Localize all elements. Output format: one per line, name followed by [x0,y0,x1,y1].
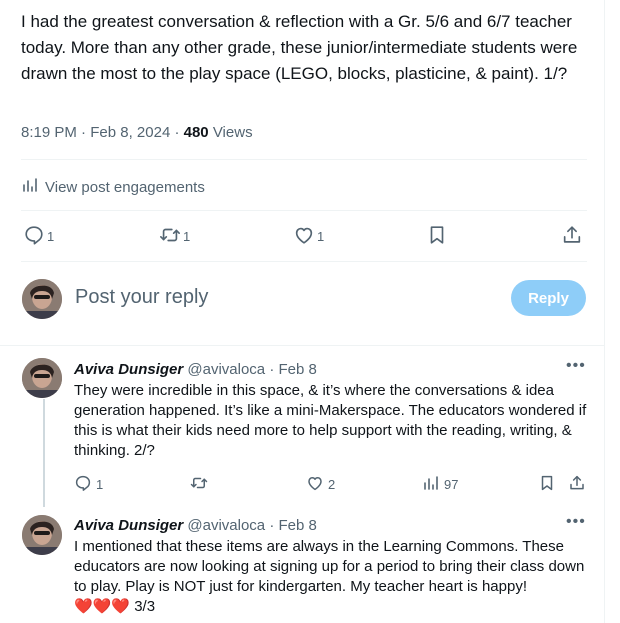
divider [0,345,604,346]
tweet-date[interactable]: Feb 8 [279,517,317,534]
engagements-label: View post engagements [45,178,205,196]
tweet-text: They were incredible in this space, & it… [74,382,587,459]
reply-count: 1 [47,229,55,244]
repost-icon [190,474,208,495]
post-time[interactable]: 8:19 PM [21,124,77,141]
repost-button[interactable] [190,474,212,495]
tweet-text-content: I mentioned that these items are always … [74,538,585,595]
reply-input[interactable]: Post your reply [75,286,208,309]
post-date[interactable]: Feb 8, 2024 [90,124,170,141]
post-action-bar: 1 1 1 [21,224,587,252]
avatar[interactable] [22,358,62,398]
reply-icon [23,224,45,249]
avatar[interactable] [22,279,62,319]
tweet-header: Aviva Dunsiger @avivaloca · Feb 8 [74,517,317,534]
reply-button[interactable]: 1 [74,474,103,495]
bookmark-icon [538,474,556,495]
bookmark-button[interactable] [538,474,556,495]
heart-emojis: ❤️❤️❤️ [74,598,131,615]
bookmark-button[interactable] [426,224,448,249]
repost-button[interactable]: 1 [159,224,190,249]
more-icon[interactable]: ••• [566,357,586,375]
reply-count: 1 [96,477,104,492]
share-icon [568,474,586,495]
thread-counter: 3/3 [134,598,156,615]
tweet-action-bar: 1 2 97 [74,474,594,494]
like-count: 2 [328,477,336,492]
view-engagements-link[interactable]: View post engagements [21,176,205,198]
reply-button[interactable]: 1 [23,224,54,249]
post-detail-panel: I had the greatest conversation & reflec… [0,0,605,623]
display-name[interactable]: Aviva Dunsiger [74,361,183,378]
like-count: 1 [317,229,325,244]
divider [21,261,587,262]
like-button[interactable]: 2 [306,474,335,495]
like-button[interactable]: 1 [293,224,324,249]
like-icon [306,474,324,495]
tweet-date[interactable]: Feb 8 [279,361,317,378]
views-label: Views [212,124,253,141]
reply-icon [74,474,92,495]
views-icon [422,474,440,495]
post-meta: 8:19 PM · Feb 8, 2024 · 480 Views [21,124,253,141]
views-button[interactable]: 97 [422,474,458,495]
share-icon [561,224,583,249]
divider [21,210,587,211]
share-button[interactable] [568,474,586,495]
divider [21,159,587,160]
display-name[interactable]: Aviva Dunsiger [74,517,183,534]
tweet-header: Aviva Dunsiger @avivaloca · Feb 8 [74,361,317,378]
handle[interactable]: @avivaloca [187,517,265,534]
bookmark-icon [426,224,448,249]
like-icon [293,224,315,249]
more-icon[interactable]: ••• [566,513,586,531]
avatar[interactable] [22,515,62,555]
handle[interactable]: @avivaloca [187,361,265,378]
views-count: 97 [444,477,459,492]
post-text: I had the greatest conversation & reflec… [21,12,578,83]
repost-icon [159,224,181,249]
thread-line [43,399,45,507]
reply-submit-button[interactable]: Reply [511,280,586,316]
repost-count: 1 [183,229,191,244]
tweet-text: I mentioned that these items are always … [74,537,589,617]
views-count: 480 [183,124,209,141]
share-button[interactable] [561,224,583,249]
analytics-icon [21,176,39,198]
